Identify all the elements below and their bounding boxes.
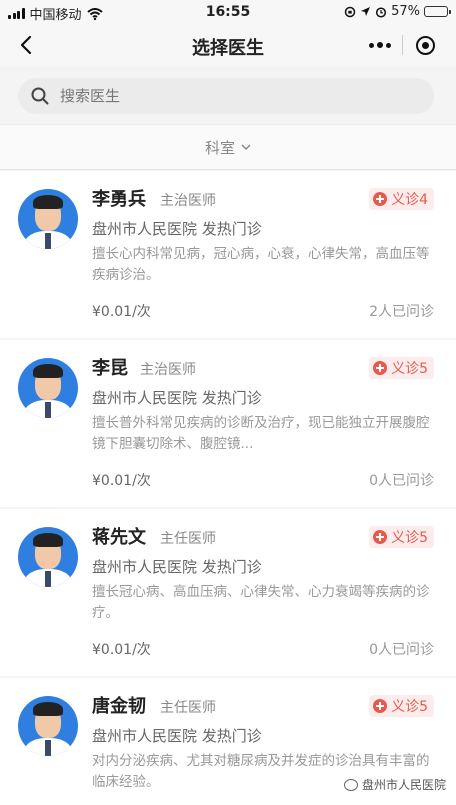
- doctor-avatar: [18, 189, 78, 249]
- doctor-avatar: [18, 358, 78, 418]
- consult-count: 2人已问诊: [369, 304, 434, 320]
- doctor-rank: 主治医师: [160, 193, 216, 209]
- plus-circle-icon: [373, 530, 388, 544]
- plus-circle-icon: [373, 192, 388, 206]
- doctor-description: 擅长普外科常见疾病的诊断及治疗，现已能独立开展腹腔镜下胆囊切除术、腹腔镜...: [92, 415, 430, 452]
- consult-price: ¥0.01/次: [92, 473, 151, 489]
- doctor-card[interactable]: 蒋先文 主任医师 义诊5 盘州市人民医院 发热门诊 擅长冠心病、高血压病、心律失…: [0, 509, 456, 676]
- badge-label: 义诊4: [391, 192, 428, 208]
- doctor-hospital: 盘州市人民医院 发热门诊: [92, 727, 262, 745]
- nav-bar: 选择医生: [0, 24, 456, 66]
- battery-icon: [424, 6, 451, 17]
- doctor-description: 擅长心内科常见病，冠心病，心衰，心律失常，高血压等疾病诊治。: [92, 246, 430, 283]
- doctor-name: 李勇兵: [92, 189, 146, 210]
- watermark-label: 盘州市人民医院: [361, 778, 446, 792]
- more-button[interactable]: [358, 28, 402, 62]
- free-clinic-badge: 义诊5: [369, 526, 434, 548]
- wechat-logo-icon: [343, 778, 358, 791]
- badge-label: 义诊5: [391, 361, 428, 377]
- dot-icon: [386, 42, 391, 48]
- doctor-name: 李昆: [92, 358, 128, 379]
- consult-count: 0人已问诊: [369, 642, 434, 658]
- free-clinic-badge: 义诊4: [369, 188, 434, 210]
- dot-icon: [377, 42, 383, 48]
- search-bar[interactable]: [18, 78, 434, 114]
- search-icon: [31, 87, 49, 105]
- free-clinic-badge: 义诊5: [369, 695, 434, 717]
- watermark: 盘州市人民医院: [343, 776, 446, 793]
- rotation-lock-icon: [344, 6, 356, 17]
- doctor-avatar: [18, 696, 78, 756]
- alarm-icon: [376, 6, 387, 18]
- department-filter-label: 科室: [204, 138, 235, 157]
- doctor-card[interactable]: 李勇兵 主治医师 义诊4 盘州市人民医院 发热门诊 擅长心内科常见病，冠心病，心…: [0, 171, 456, 338]
- doctor-hospital: 盘州市人民医院 发热门诊: [92, 389, 262, 407]
- search-input[interactable]: [60, 87, 380, 105]
- doctor-name: 唐金韧: [92, 696, 146, 717]
- department-filter[interactable]: 科室: [0, 124, 456, 170]
- doctor-rank: 主任医师: [160, 531, 216, 547]
- location-icon: [361, 7, 371, 16]
- search-section: [0, 66, 456, 124]
- plus-circle-icon: [373, 699, 388, 713]
- mini-program-capsule: [358, 28, 448, 62]
- consult-price: ¥0.01/次: [92, 304, 151, 320]
- plus-circle-icon: [373, 361, 388, 375]
- status-right: 57%: [344, 4, 451, 19]
- doctor-rank: 主治医师: [140, 362, 196, 378]
- doctor-hospital: 盘州市人民医院 发热门诊: [92, 220, 262, 238]
- status-bar: 中国移动 16:55 57%: [0, 0, 456, 24]
- free-clinic-badge: 义诊5: [369, 357, 434, 379]
- dot-icon: [369, 42, 374, 48]
- chevron-down-icon: [241, 144, 251, 151]
- doctor-hospital: 盘州市人民医院 发热门诊: [92, 558, 262, 576]
- doctor-avatar: [18, 527, 78, 587]
- badge-label: 义诊5: [391, 530, 428, 546]
- battery-percent: 57%: [391, 4, 420, 19]
- badge-label: 义诊5: [391, 699, 428, 715]
- consult-count: 0人已问诊: [369, 473, 434, 489]
- doctor-description: 擅长冠心病、高血压病、心律失常、心力衰竭等疾病的诊疗。: [92, 584, 430, 621]
- doctor-name: 蒋先文: [92, 527, 146, 548]
- doctor-card[interactable]: 李昆 主治医师 义诊5 盘州市人民医院 发热门诊 擅长普外科常见疾病的诊断及治疗…: [0, 340, 456, 507]
- close-button[interactable]: [403, 28, 447, 62]
- consult-price: ¥0.01/次: [92, 642, 151, 658]
- target-icon: [415, 35, 435, 55]
- doctor-rank: 主任医师: [160, 700, 216, 716]
